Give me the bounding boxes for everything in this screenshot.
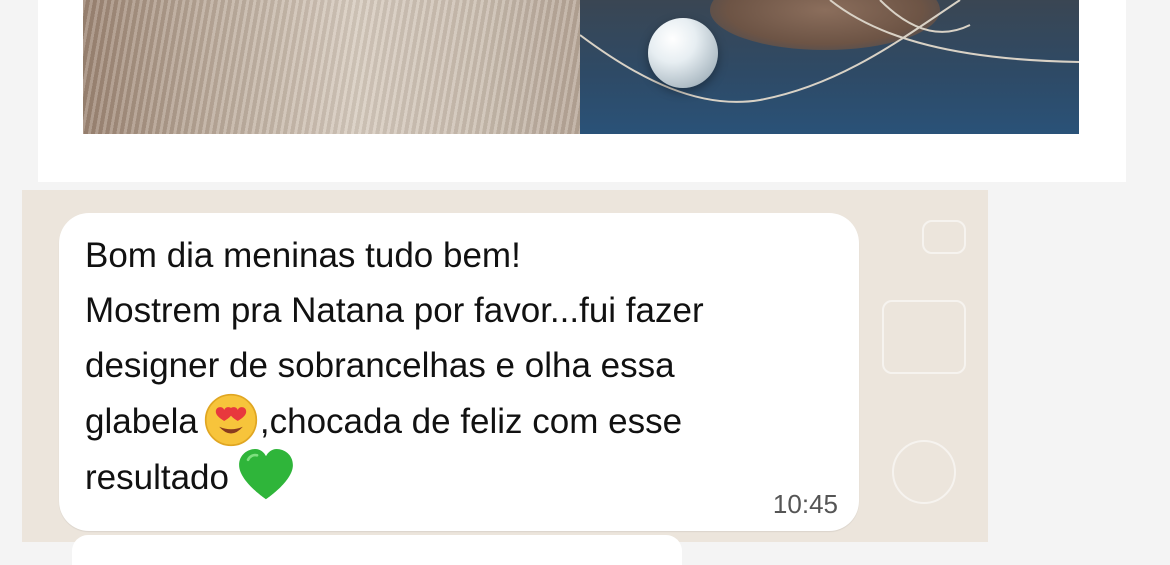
message-line: glabela	[85, 402, 198, 441]
message-timestamp: 10:45	[772, 489, 838, 519]
pearl-earring	[648, 18, 718, 88]
message-line: Bom dia meninas tudo bem!	[85, 236, 521, 275]
wallpaper-doodle	[892, 440, 956, 504]
next-message-bubble[interactable]	[72, 535, 682, 565]
wallpaper-doodle	[922, 220, 966, 254]
message-text: Bom dia meninas tudo bem! Mostrem pra Na…	[85, 228, 845, 505]
after-photo[interactable]	[580, 0, 1079, 134]
heart-eyes-emoji-icon	[204, 393, 258, 447]
before-photo[interactable]	[83, 0, 580, 134]
message-line: resultado	[85, 458, 229, 497]
message-line: Mostrem pra Natana por favor...fui fazer	[85, 291, 704, 330]
message-line: ,chocada de feliz com esse	[259, 402, 683, 441]
wallpaper-doodle	[882, 300, 966, 374]
message-line: designer de sobrancelhas e olha essa	[85, 346, 675, 385]
green-heart-icon	[239, 449, 293, 500]
